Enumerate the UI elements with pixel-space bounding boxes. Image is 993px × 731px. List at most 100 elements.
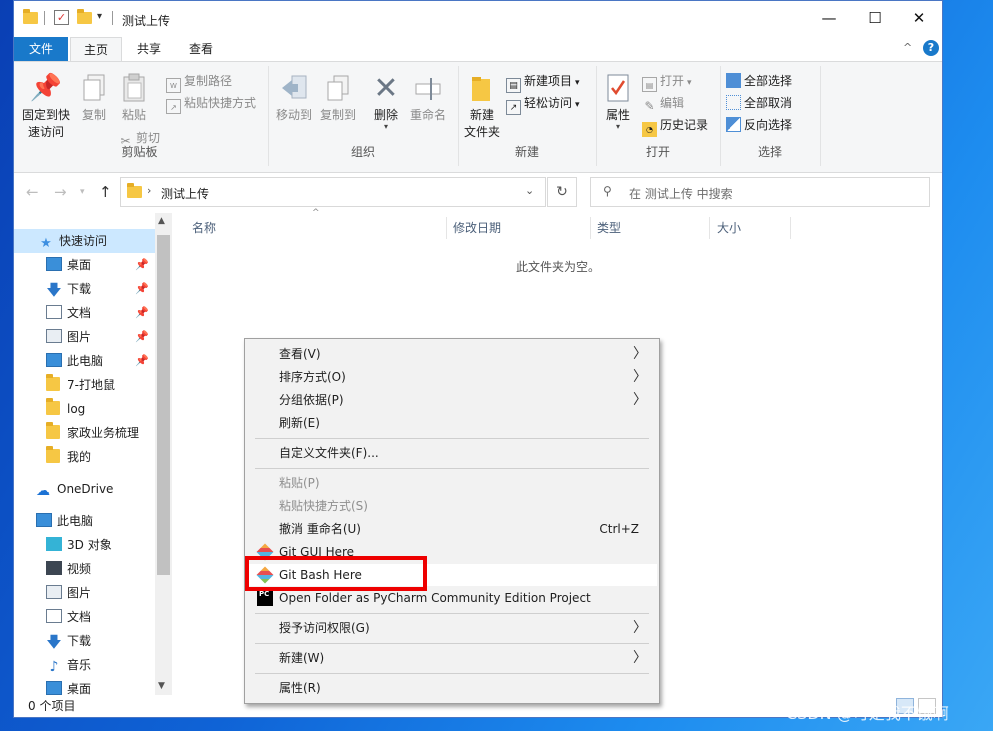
forward-arrow-icon[interactable]: → — [54, 183, 67, 201]
menu-item-paste-shortcut[interactable]: 粘贴快捷方式(S) — [247, 495, 657, 517]
nav-item-folder[interactable]: 我的 — [46, 445, 155, 469]
menu-item-label: 查看(V) — [279, 347, 321, 361]
back-arrow-icon[interactable]: ← — [26, 183, 39, 201]
nav-item-3d-objects[interactable]: 3D 对象 — [46, 533, 155, 557]
nav-item-desktop-pc[interactable]: 桌面 — [46, 677, 155, 695]
tab-file[interactable]: 文件 — [14, 37, 68, 61]
scrollbar-thumb[interactable] — [157, 235, 170, 575]
nav-item-folder[interactable]: 家政业务梳理 — [46, 421, 155, 445]
desktop-icon — [46, 257, 62, 271]
menu-item-customize-folder[interactable]: 自定义文件夹(F)... — [247, 442, 657, 464]
address-path[interactable]: 测试上传 — [161, 185, 209, 202]
scroll-up-icon[interactable]: ▲ — [158, 216, 165, 226]
nav-item-onedrive[interactable]: ☁ OneDrive — [36, 477, 155, 501]
address-bar[interactable]: › 测试上传 ⌄ — [120, 177, 546, 207]
select-all-button[interactable]: 全部选择 — [726, 71, 792, 91]
nav-label: 7-打地鼠 — [67, 378, 115, 392]
minimize-button[interactable]: — — [806, 1, 852, 35]
group-label-clipboard: 剪贴板 — [121, 145, 158, 159]
nav-item-documents-pc[interactable]: 文档 — [46, 605, 155, 629]
address-dropdown-icon[interactable]: ⌄ — [525, 184, 534, 197]
context-menu: 查看(V) 〉 排序方式(O) 〉 分组依据(P) 〉 刷新(E) 自定义文件夹(F)… — [244, 338, 660, 704]
refresh-icon[interactable]: ↻ — [547, 177, 577, 207]
up-arrow-icon[interactable]: ↑ — [99, 183, 112, 201]
tab-home[interactable]: 主页 — [70, 37, 122, 62]
customize-quick-access-icon[interactable]: ▾ — [97, 11, 112, 26]
paste-button[interactable]: 粘贴 — [116, 72, 152, 124]
menu-item-paste[interactable]: 粘贴(P) — [247, 472, 657, 494]
column-header-name[interactable]: 名称 — [192, 216, 216, 241]
collapse-ribbon-icon[interactable]: ^ — [903, 41, 912, 54]
rename-button[interactable]: 重命名 — [406, 72, 450, 124]
properties-button[interactable]: 属性 ▾ — [600, 72, 636, 131]
menu-item-undo-rename[interactable]: 撤消 重命名(U) Ctrl+Z — [247, 518, 657, 540]
menu-item-new[interactable]: 新建(W) 〉 — [247, 647, 657, 669]
nav-item-pictures-pc[interactable]: 图片 — [46, 581, 155, 605]
copy-to-button[interactable]: 复制到 — [316, 72, 360, 124]
search-placeholder: 在 测试上传 中搜索 — [629, 187, 733, 201]
nav-item-pictures[interactable]: 图片 📌 — [46, 325, 155, 349]
menu-item-give-access[interactable]: 授予访问权限(G) 〉 — [247, 617, 657, 639]
delete-dropdown-icon[interactable]: ▾ — [368, 123, 404, 131]
group-open: 属性 ▾ ▤ 打开 ▾ ✎ 编辑 ◔ 历史记录 打开 — [598, 66, 718, 166]
new-folder-button[interactable]: 新建 文件夹 — [460, 72, 504, 141]
menu-item-sort-by[interactable]: 排序方式(O) 〉 — [247, 366, 657, 388]
paste-shortcut-button[interactable]: ↗ 粘贴快捷方式 — [166, 93, 256, 114]
invert-selection-icon — [726, 117, 741, 132]
nav-item-this-pc-root[interactable]: 此电脑 — [36, 509, 155, 533]
group-organize: 移动到 复制到 ✕ 删除 ▾ 重命名 组织 — [270, 66, 456, 166]
group-label-organize: 组织 — [350, 145, 375, 159]
nav-item-quick-access[interactable]: ★ 快速访问 — [14, 229, 155, 253]
edit-button[interactable]: ✎ 编辑 — [642, 93, 684, 113]
nav-item-folder[interactable]: log — [46, 397, 155, 421]
nav-item-documents[interactable]: 文档 📌 — [46, 301, 155, 325]
computer-icon — [46, 353, 62, 367]
pin-icon: 📌 — [29, 72, 63, 103]
tab-share[interactable]: 共享 — [126, 37, 172, 61]
nav-item-downloads-pc[interactable]: 🡇 下载 — [46, 629, 155, 653]
menu-item-properties[interactable]: 属性(R) — [247, 677, 657, 699]
column-header-size[interactable]: 大小 — [717, 216, 741, 241]
nav-label: OneDrive — [57, 482, 114, 496]
properties-quick-icon[interactable]: ✓ — [54, 10, 69, 25]
properties-dropdown-icon[interactable]: ▾ — [600, 123, 636, 131]
menu-item-refresh[interactable]: 刷新(E) — [247, 412, 657, 434]
nav-item-downloads[interactable]: 🡇 下载 📌 — [46, 277, 155, 301]
pictures-icon — [46, 329, 62, 343]
nav-item-videos[interactable]: 视频 — [46, 557, 155, 581]
easy-access-label: 轻松访问 — [524, 96, 573, 110]
menu-item-group-by[interactable]: 分组依据(P) 〉 — [247, 389, 657, 411]
pin-to-quick-access-button[interactable]: 📌 固定到快 速访问 — [18, 72, 74, 141]
menu-item-label: 粘贴(P) — [279, 476, 320, 490]
edit-label: 编辑 — [660, 96, 685, 110]
select-none-button[interactable]: 全部取消 — [726, 93, 792, 113]
history-button[interactable]: ◔ 历史记录 — [642, 115, 708, 137]
nav-item-folder[interactable]: 7-打地鼠 — [46, 373, 155, 397]
column-header-type[interactable]: 类型 — [597, 216, 621, 241]
tab-view[interactable]: 查看 — [178, 37, 224, 61]
invert-selection-button[interactable]: 反向选择 — [726, 115, 792, 135]
open-button[interactable]: ▤ 打开 ▾ — [642, 71, 692, 92]
easy-access-button[interactable]: ↗ 轻松访问 ▾ — [506, 93, 580, 115]
submenu-arrow-icon: 〉 — [633, 346, 647, 362]
maximize-button[interactable]: ☐ — [852, 1, 898, 35]
search-input[interactable]: ⚲ 在 测试上传 中搜索 — [590, 177, 930, 207]
submenu-arrow-icon: 〉 — [633, 620, 647, 636]
nav-item-desktop[interactable]: 桌面 📌 — [46, 253, 155, 277]
menu-item-view[interactable]: 查看(V) 〉 — [247, 343, 657, 365]
nav-item-music[interactable]: ♪ 音乐 — [46, 653, 155, 677]
column-header-date[interactable]: 修改日期 — [453, 216, 501, 241]
delete-button[interactable]: ✕ 删除 ▾ — [368, 72, 404, 131]
close-button[interactable]: ✕ — [896, 1, 942, 35]
copy-path-button[interactable]: W 复制路径 — [166, 71, 232, 93]
ribbon-home: 📌 固定到快 速访问 复制 粘贴 W 复制路径 ↗ 粘贴快捷方式 ✂ 剪切 剪贴板 移… — [14, 61, 942, 173]
copy-button[interactable]: 复制 — [76, 72, 112, 124]
history-icon: ◔ — [642, 122, 657, 137]
scroll-down-icon[interactable]: ▼ — [158, 681, 165, 691]
new-item-button[interactable]: ▤ 新建项目 ▾ — [506, 71, 580, 93]
move-to-button[interactable]: 移动到 — [272, 72, 316, 124]
help-icon[interactable]: ? — [923, 40, 939, 56]
new-folder-quick-icon[interactable] — [77, 9, 92, 25]
nav-item-this-pc[interactable]: 此电脑 📌 — [46, 349, 155, 373]
recent-locations-icon[interactable]: ▾ — [80, 187, 85, 197]
